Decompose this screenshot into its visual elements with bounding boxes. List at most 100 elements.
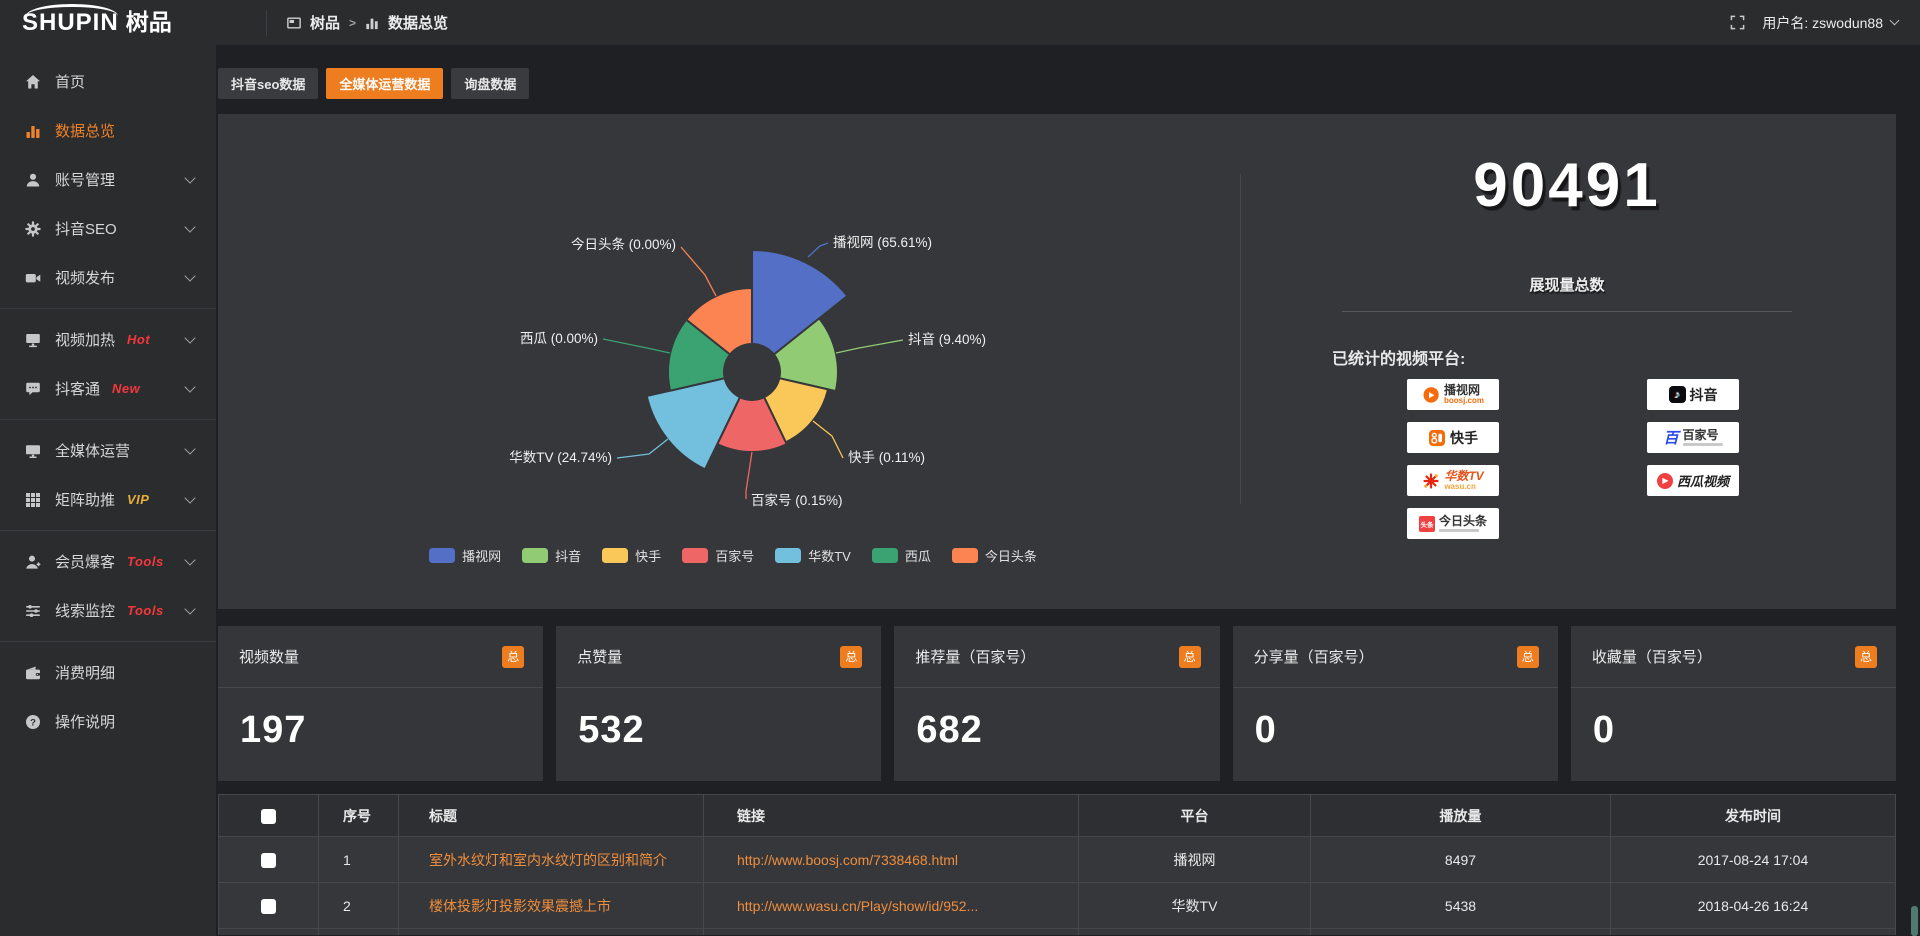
- column-header-platform: 平台: [1079, 795, 1311, 837]
- cell-title[interactable]: 楼体投影灯投影效果震撼上市: [399, 883, 704, 929]
- pie-label-line-5: [603, 339, 670, 353]
- legend-swatch: [952, 548, 978, 563]
- cell-time: 2018-04-26 16:24: [1611, 883, 1896, 929]
- legend-label: 快手: [635, 546, 661, 565]
- user-menu[interactable]: 用户名: zswodun88: [1762, 13, 1898, 33]
- sidebar-item-grid[interactable]: 矩阵助推VIP: [0, 475, 216, 524]
- fullscreen-icon[interactable]: [1730, 15, 1745, 30]
- sidebar-item-tag: New: [112, 381, 140, 396]
- table-row: 1室外水纹灯和室内水纹灯的区别和简介http://www.boosj.com/7…: [219, 837, 1896, 883]
- sidebar: 首页数据总览账号管理抖音SEO视频发布视频加热Hot 抖客通 New 全媒体运营矩阵助…: [0, 45, 216, 936]
- sidebar-item-user[interactable]: 账号管理: [0, 155, 216, 204]
- sidebar-item-wallet[interactable]: 消费明细: [0, 648, 216, 697]
- pie-label-5: 西瓜 (0.00%): [520, 331, 598, 346]
- row-select-cell: [219, 837, 319, 883]
- tab-1[interactable]: 全媒体运营数据: [326, 68, 443, 99]
- sidebar-item-label: 抖客通: [55, 378, 100, 399]
- row-checkbox[interactable]: [261, 853, 276, 868]
- pie-label-0: 播视网 (65.61%): [833, 235, 932, 250]
- sidebar-item-gear[interactable]: 抖音SEO: [0, 204, 216, 253]
- platform-name: 快手: [1450, 428, 1478, 448]
- select-all-checkbox[interactable]: [261, 809, 276, 824]
- tab-0[interactable]: 抖音seo数据: [218, 68, 318, 99]
- legend-item-6[interactable]: 今日头条: [952, 546, 1037, 565]
- stat-card-1: 点赞量总532: [556, 626, 881, 781]
- pie-label-3: 百家号 (0.15%): [751, 492, 843, 508]
- cell-time: 2017-08-24 17:04: [1611, 837, 1896, 883]
- platform-name: 抖音: [1690, 385, 1718, 405]
- sidebar-item-label: 消费明细: [55, 662, 115, 683]
- stat-card-2: 推荐量（百家号）总682: [894, 626, 1219, 781]
- video-table-wrap: 序号标题链接平台播放量发布时间1室外水纹灯和室内水纹灯的区别和简介http://…: [218, 794, 1896, 935]
- sidebar-item-sliders[interactable]: 线索监控Tools: [0, 586, 216, 635]
- column-header-plays: 播放量: [1311, 795, 1611, 837]
- platform-badge-boosj: 播视网boosj.com: [1407, 379, 1499, 410]
- legend-swatch: [682, 548, 708, 563]
- sidebar-item-member[interactable]: 会员爆客Tools: [0, 537, 216, 586]
- legend-item-0[interactable]: 播视网: [429, 546, 501, 565]
- cell-title[interactable]: 室外水纹灯和室内水纹灯的区别和简介: [399, 837, 704, 883]
- sidebar-item-chart[interactable]: 数据总览: [0, 106, 216, 155]
- sidebar-item-monitor[interactable]: 全媒体运营: [0, 426, 216, 475]
- stat-card-title: 收藏量（百家号）: [1592, 646, 1712, 667]
- sidebar-item-question[interactable]: ?操作说明: [0, 697, 216, 746]
- cell-platform: 播视网: [1079, 837, 1311, 883]
- legend-item-4[interactable]: 华数TV: [775, 546, 851, 565]
- breadcrumb-separator: >: [349, 16, 356, 30]
- total-impressions-label: 展现量总数: [1241, 274, 1893, 295]
- heat-icon: [25, 332, 42, 348]
- stat-card-4: 收藏量（百家号）总0: [1571, 626, 1896, 781]
- legend-item-5[interactable]: 西瓜: [872, 546, 931, 565]
- legend-item-1[interactable]: 抖音: [522, 546, 581, 565]
- sidebar-item-heat[interactable]: 视频加热Hot: [0, 315, 216, 364]
- summary-panel: 90491 展现量总数 已统计的视频平台: 播视网boosj.com♪抖音快手百…: [1241, 114, 1893, 609]
- pie-slice-4[interactable]: [647, 378, 740, 469]
- sidebar-item-video[interactable]: 视频发布: [0, 253, 216, 302]
- platform-badge-text: 今日头条: [1439, 515, 1487, 533]
- logo-arc: [26, 4, 118, 16]
- tab-2[interactable]: 询盘数据: [451, 68, 529, 99]
- stat-card-title: 推荐量（百家号）: [915, 646, 1035, 667]
- summary-divider: [1342, 311, 1792, 312]
- platform-name: 华数TV: [1444, 470, 1483, 483]
- legend-item-3[interactable]: 百家号: [682, 546, 754, 565]
- pie-label-4: 华数TV (24.74%): [509, 450, 612, 465]
- stat-card-3: 分享量（百家号）总0: [1233, 626, 1558, 781]
- stat-card-value: 682: [894, 688, 1219, 752]
- column-header-time: 发布时间: [1611, 795, 1896, 837]
- cell-link[interactable]: http://www.wasu.cn/Play/show/id/952...: [704, 883, 1079, 929]
- platform-badges: 播视网boosj.com♪抖音快手百百家号华数TVwasu.cn▶西瓜视频头条今…: [1407, 379, 1739, 539]
- platform-domain: wasu.cn: [1444, 483, 1476, 491]
- platform-name: 播视网: [1444, 384, 1480, 397]
- sidebar-item-chat[interactable]: 抖客通 New: [0, 364, 216, 413]
- sliders-icon: [25, 603, 42, 619]
- chart-panel: 播视网 (65.61%)抖音 (9.40%)快手 (0.11%)百家号 (0.1…: [218, 114, 1896, 609]
- row-checkbox[interactable]: [261, 899, 276, 914]
- stat-card-header: 推荐量（百家号）总: [894, 626, 1219, 688]
- legend-label: 抖音: [555, 546, 581, 565]
- stat-card-value: 197: [218, 688, 543, 752]
- chevron-down-icon: [184, 172, 195, 183]
- pie-label-2: 快手 (0.11%): [848, 450, 925, 465]
- column-header-no: 序号: [319, 795, 399, 837]
- svg-text:?: ?: [30, 717, 36, 728]
- scrollbar-thumb[interactable]: [1911, 906, 1918, 936]
- breadcrumb-root[interactable]: 树品: [310, 12, 340, 33]
- video-table: 序号标题链接平台播放量发布时间1室外水纹灯和室内水纹灯的区别和简介http://…: [218, 794, 1896, 935]
- platform-badge-baijiahao: 百百家号: [1647, 422, 1739, 453]
- user-icon: [25, 172, 42, 188]
- sidebar-item-tag: Hot: [127, 332, 150, 347]
- sidebar-item-tag: Tools: [127, 554, 164, 569]
- platform-name: 西瓜视频: [1677, 471, 1729, 490]
- cell-empty: [1611, 929, 1896, 936]
- total-badge: 总: [1517, 646, 1539, 668]
- legend-item-2[interactable]: 快手: [602, 546, 661, 565]
- logo-text-cn: 树品: [126, 11, 172, 34]
- cell-link[interactable]: http://www.boosj.com/7338468.html: [704, 837, 1079, 883]
- video-icon: [25, 270, 42, 286]
- sidebar-divider: [0, 641, 216, 642]
- stat-card-title: 分享量（百家号）: [1254, 646, 1374, 667]
- topbar-divider: [266, 10, 267, 36]
- gear-icon: [25, 221, 42, 237]
- sidebar-item-home[interactable]: 首页: [0, 57, 216, 106]
